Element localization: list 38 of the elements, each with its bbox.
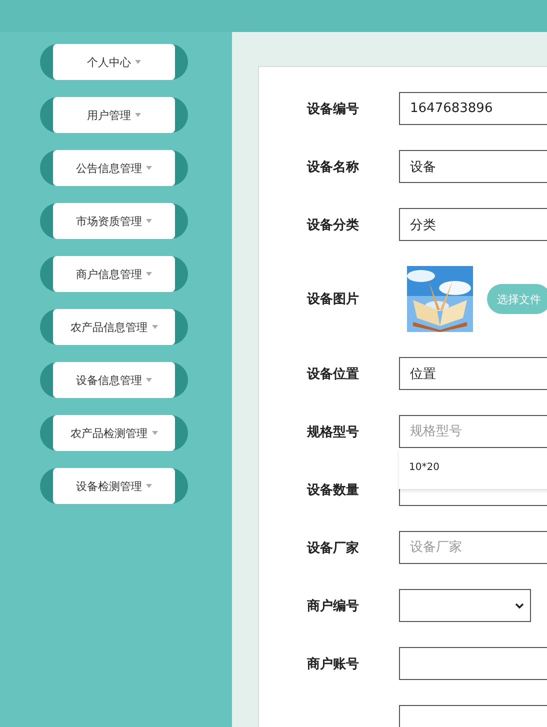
sidebar-menu-item[interactable]: 商户信息管理 bbox=[40, 256, 188, 292]
sidebar-menu-item[interactable]: 农产品信息管理 bbox=[40, 309, 188, 345]
field-label: 设备图片 bbox=[307, 291, 360, 308]
input-field[interactable] bbox=[399, 647, 547, 680]
autocomplete-menu[interactable]: 10*20 bbox=[399, 448, 547, 489]
sidebar-menu-item[interactable]: 设备信息管理 bbox=[40, 362, 188, 398]
caret-icon bbox=[146, 378, 152, 382]
input-field[interactable]: 分类 bbox=[399, 208, 547, 241]
field-label: 规格型号 bbox=[307, 424, 360, 440]
input-field[interactable]: 位置 bbox=[399, 357, 547, 390]
caret-icon bbox=[146, 272, 152, 276]
caret-icon bbox=[152, 325, 158, 329]
caret-icon bbox=[146, 484, 152, 488]
select-field[interactable] bbox=[399, 589, 531, 622]
caret-icon bbox=[135, 60, 141, 64]
caret-icon bbox=[135, 113, 141, 117]
field-label: 设备分类 bbox=[307, 216, 360, 234]
field-label: 设备位置 bbox=[307, 366, 360, 382]
sidebar-menu-item[interactable]: 农产品检测管理 bbox=[40, 415, 188, 451]
field-label: 设备名称 bbox=[307, 158, 360, 176]
input-field[interactable]: 设备 bbox=[399, 150, 547, 183]
sidebar-menu-item[interactable]: 个人中心 bbox=[40, 44, 188, 80]
sidebar-menu-item[interactable]: 市场资质管理 bbox=[40, 203, 188, 239]
input-field[interactable]: 设备厂家 bbox=[399, 531, 547, 564]
field-label: 设备数量 bbox=[307, 482, 360, 498]
sidebar-menu-item[interactable]: 公告信息管理 bbox=[40, 150, 188, 186]
field-label: 商户编号 bbox=[307, 598, 360, 614]
caret-icon bbox=[146, 166, 152, 170]
sidebar-menu-item[interactable]: 用户管理 bbox=[40, 97, 188, 133]
field-label: 商户账号 bbox=[307, 656, 360, 672]
input-field[interactable]: 规格型号 bbox=[399, 415, 547, 448]
caret-icon bbox=[146, 219, 152, 223]
sidebar-menu-item[interactable]: 设备检测管理 bbox=[40, 468, 188, 504]
caret-icon bbox=[152, 431, 158, 435]
field-label: 设备厂家 bbox=[307, 540, 360, 556]
input-field[interactable]: 1647683896 bbox=[399, 92, 547, 125]
field-label: 设备编号 bbox=[307, 100, 360, 118]
chevron-down-icon bbox=[515, 602, 524, 608]
